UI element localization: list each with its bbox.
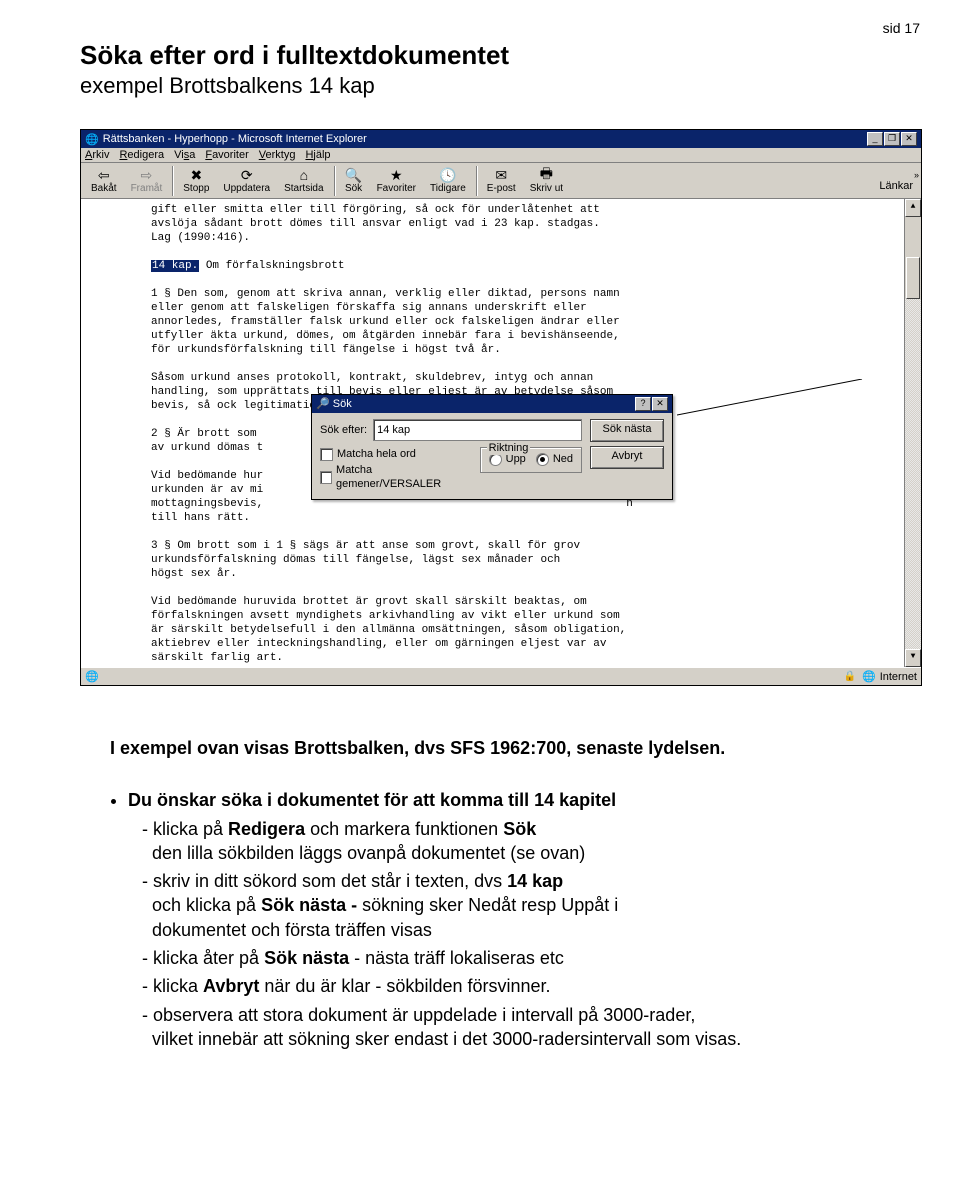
sub-step: klicka åter på Sök nästa - nästa träff l…	[142, 946, 880, 970]
find-dialog-title: Sök	[333, 398, 352, 410]
doc-line: Lag (1990:416).	[151, 231, 911, 245]
scroll-down-button[interactable]: ▼	[905, 649, 921, 667]
links-label[interactable]: Länkar	[879, 180, 917, 192]
mail-button[interactable]: ✉E-post	[481, 165, 522, 196]
menu-redigera[interactable]: Redigera	[119, 149, 164, 161]
doc-line: Vid bedömande huruvida brottet är grovt …	[151, 595, 911, 609]
ie-icon: 🌐	[85, 133, 99, 146]
favorites-button[interactable]: ★Favoriter	[371, 165, 422, 196]
menu-arkiv[interactable]: Arkiv	[85, 149, 109, 161]
vertical-scrollbar[interactable]: ▲ ▼	[904, 199, 921, 667]
toolbar: ⇦Bakåt ⇨Framåt ✖Stopp ⟳Uppdatera ⌂Starts…	[81, 163, 921, 199]
find-label: Sök efter:	[320, 423, 367, 437]
browser-screenshot: 🌐 Rättsbanken - Hyperhopp - Microsoft In…	[80, 129, 922, 686]
status-left: 🌐	[85, 670, 99, 683]
page-subtitle: exempel Brottsbalkens 14 kap	[80, 73, 880, 99]
menu-verktyg[interactable]: Verktyg	[259, 149, 296, 161]
window-title: Rättsbanken - Hyperhopp - Microsoft Inte…	[103, 133, 367, 145]
sub-step: skriv in ditt sökord som det står i text…	[142, 869, 880, 942]
search-highlight: 14 kap.	[151, 260, 199, 272]
find-close-button[interactable]: ✕	[652, 397, 668, 411]
home-button[interactable]: ⌂Startsida	[278, 165, 329, 196]
history-button[interactable]: 🕓Tidigare	[424, 165, 472, 196]
close-button[interactable]: ✕	[901, 132, 917, 146]
statusbar: 🌐 🔒 🌐 Internet	[81, 667, 921, 685]
lock-icon: 🔒	[844, 671, 856, 682]
document-viewport: gift eller smitta eller till förgöring, …	[81, 199, 921, 667]
scroll-thumb[interactable]	[906, 257, 920, 299]
doc-line: annorledes, framställer falsk urkund ell…	[151, 315, 911, 329]
doc-line: är särskilt betydelsefull i den allmänna…	[151, 623, 911, 637]
direction-group: Riktning Upp Ned	[480, 447, 582, 473]
back-button[interactable]: ⇦Bakåt	[85, 165, 123, 196]
refresh-button[interactable]: ⟳Uppdatera	[217, 165, 276, 196]
match-case-checkbox[interactable]: Matcha gemener/VERSALER	[320, 463, 468, 491]
page-number: sid 17	[883, 20, 920, 36]
doc-line: förfalskningen avsett myndighets arkivha…	[151, 609, 911, 623]
maximize-button[interactable]: ❐	[884, 132, 900, 146]
doc-line: högst sex år.	[151, 567, 911, 581]
menu-favoriter[interactable]: Favoriter	[205, 149, 248, 161]
find-next-button[interactable]: Sök nästa	[590, 419, 664, 442]
menu-visa[interactable]: Visa	[174, 149, 195, 161]
doc-line: 1 § Den som, genom att skriva annan, ver…	[151, 287, 911, 301]
bullet-lead: Du önskar söka i dokumentet för att komm…	[128, 790, 616, 810]
find-dialog-titlebar: 🔎 Sök ? ✕	[312, 395, 672, 413]
doc-line: gift eller smitta eller till förgöring, …	[151, 203, 911, 217]
instructions-lead: I exempel ovan visas Brottsbalken, dvs S…	[110, 736, 880, 760]
menu-hjalp[interactable]: Hjälp	[305, 149, 330, 161]
doc-line: 3 § Om brott som i 1 § sägs är att anse …	[151, 539, 911, 553]
sub-step: observera att stora dokument är uppdelad…	[142, 1003, 880, 1052]
doc-line: eller genom att falskeligen förskaffa si…	[151, 301, 911, 315]
direction-legend: Riktning	[487, 441, 531, 455]
doc-line: 14 kap. Om förfalskningsbrott	[151, 259, 911, 273]
find-cancel-button[interactable]: Avbryt	[590, 446, 664, 469]
doc-line: aktiebrev eller inteckningshandling, ell…	[151, 637, 911, 651]
instructions-block: I exempel ovan visas Brottsbalken, dvs S…	[110, 736, 880, 1051]
forward-button[interactable]: ⇨Framåt	[125, 165, 169, 196]
match-whole-word-checkbox[interactable]: Matcha hela ord	[320, 447, 468, 461]
print-button[interactable]: 🖶Skriv ut	[524, 165, 569, 196]
page-title: Söka efter ord i fulltextdokumentet	[80, 40, 880, 71]
doc-line: avslöja sådant brott dömes till ansvar e…	[151, 217, 911, 231]
doc-line: Såsom urkund anses protokoll, kontrakt, …	[151, 371, 911, 385]
doc-line: för urkundsförfalskning till fängelse i …	[151, 343, 911, 357]
sub-step: klicka på Redigera och markera funktione…	[142, 817, 880, 866]
search-button[interactable]: 🔍Sök	[339, 165, 369, 196]
direction-down-radio[interactable]: Ned	[536, 452, 573, 466]
window-titlebar: 🌐 Rättsbanken - Hyperhopp - Microsoft In…	[81, 130, 921, 148]
find-dialog: 🔎 Sök ? ✕ Sök efter: Matc	[311, 394, 673, 500]
doc-line: utfyller äkta urkund, dömes, om åtgärden…	[151, 329, 911, 343]
sub-step: klicka Avbryt när du är klar - sökbilden…	[142, 974, 880, 998]
doc-line: särskilt farlig art.	[151, 651, 911, 665]
find-help-button[interactable]: ?	[635, 397, 651, 411]
menubar: Arkiv Redigera Visa Favoriter Verktyg Hj…	[81, 148, 921, 163]
minimize-button[interactable]: _	[867, 132, 883, 146]
doc-line: till hans rätt.	[151, 511, 911, 525]
toolbar-overflow-icon[interactable]: »	[914, 170, 917, 180]
find-input[interactable]	[373, 419, 582, 441]
stop-button[interactable]: ✖Stopp	[177, 165, 215, 196]
scroll-track[interactable]	[905, 299, 921, 649]
scroll-up-button[interactable]: ▲	[905, 199, 921, 217]
find-icon: 🔎	[316, 398, 330, 410]
zone-indicator: 🌐 Internet	[862, 670, 917, 683]
doc-line: urkundsförfalskning dömas till fängelse,…	[151, 553, 911, 567]
